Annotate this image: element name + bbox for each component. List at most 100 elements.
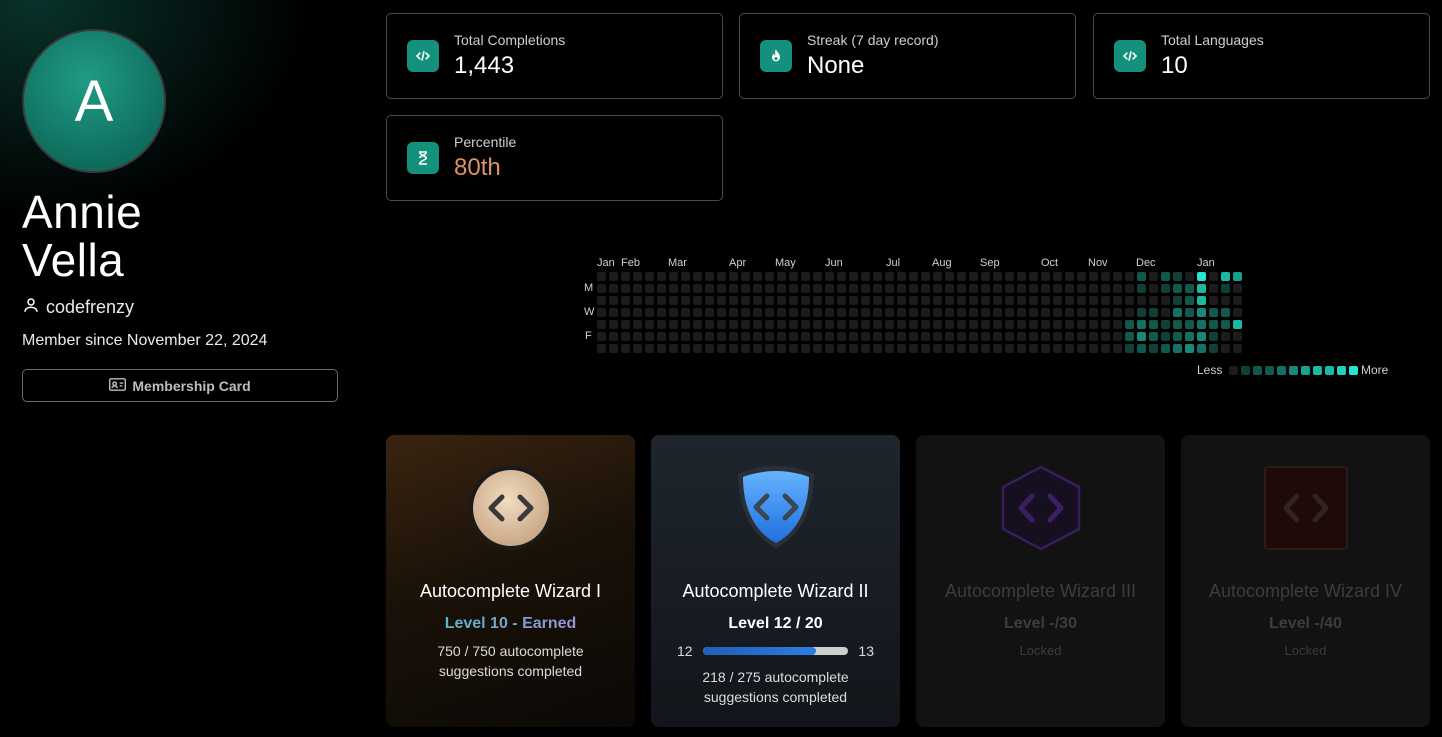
heatmap-cell bbox=[921, 344, 930, 353]
heatmap-cell bbox=[1053, 284, 1062, 293]
heatmap-cell bbox=[933, 320, 942, 329]
legend-cell bbox=[1325, 366, 1334, 375]
heatmap-cell bbox=[789, 332, 798, 341]
heatmap-cell bbox=[765, 272, 774, 281]
heatmap-cell bbox=[1113, 272, 1122, 281]
heatmap-cell bbox=[729, 308, 738, 317]
heatmap-cell bbox=[1113, 344, 1122, 353]
heatmap-cell bbox=[885, 272, 894, 281]
heatmap-cell bbox=[789, 272, 798, 281]
heatmap-cell bbox=[741, 296, 750, 305]
heatmap-cell bbox=[993, 320, 1002, 329]
heatmap-cell bbox=[1149, 332, 1158, 341]
heatmap-cell bbox=[765, 344, 774, 353]
heatmap-cell bbox=[1017, 320, 1026, 329]
badge-description: 218 / 275 autocomplete suggestions compl… bbox=[702, 669, 849, 705]
heatmap-cell bbox=[765, 320, 774, 329]
heatmap-cell bbox=[801, 296, 810, 305]
heatmap-cell bbox=[981, 272, 990, 281]
heatmap-cell bbox=[813, 296, 822, 305]
heatmap-cell bbox=[597, 308, 606, 317]
heatmap-cell bbox=[1053, 308, 1062, 317]
heatmap-cell bbox=[897, 296, 906, 305]
heatmap-cell bbox=[921, 284, 930, 293]
heatmap-cell bbox=[657, 308, 666, 317]
heatmap-cell bbox=[909, 344, 918, 353]
heatmap-cell bbox=[693, 308, 702, 317]
heatmap-cell bbox=[789, 284, 798, 293]
badge-card-wizard-1[interactable]: Autocomplete Wizard I Level 10 - Earned … bbox=[386, 435, 635, 727]
heatmap-cell bbox=[1185, 296, 1194, 305]
heatmap-cell bbox=[1233, 332, 1242, 341]
heatmap-cell bbox=[897, 332, 906, 341]
heatmap-cell bbox=[741, 284, 750, 293]
heatmap-cell bbox=[1197, 344, 1206, 353]
heatmap-cell bbox=[813, 320, 822, 329]
heatmap-cell bbox=[1029, 320, 1038, 329]
badge-title: Autocomplete Wizard III bbox=[944, 581, 1137, 601]
heatmap-cell bbox=[1161, 284, 1170, 293]
heatmap-cell bbox=[633, 284, 642, 293]
heatmap-cell bbox=[657, 344, 666, 353]
heatmap-cell bbox=[933, 332, 942, 341]
legend-cell bbox=[1241, 366, 1250, 375]
heatmap-cell bbox=[789, 344, 798, 353]
avatar-letter: A bbox=[74, 68, 114, 134]
heatmap-cell bbox=[933, 272, 942, 281]
badge-title: Autocomplete Wizard IV bbox=[1208, 581, 1403, 601]
heatmap-cell bbox=[1065, 308, 1074, 317]
heatmap-cell bbox=[849, 284, 858, 293]
heatmap-cell bbox=[1161, 344, 1170, 353]
progress-to: 13 bbox=[858, 643, 874, 659]
member-since: Member since November 22, 2024 bbox=[22, 332, 268, 349]
stat-value: None bbox=[807, 52, 865, 79]
heatmap-cell bbox=[1221, 296, 1230, 305]
legend-cell bbox=[1313, 366, 1322, 375]
heatmap-cell bbox=[1221, 344, 1230, 353]
month-label: Jun bbox=[825, 257, 843, 269]
heatmap-cell bbox=[1065, 284, 1074, 293]
day-label: F bbox=[585, 330, 592, 342]
heatmap-cell bbox=[1125, 308, 1134, 317]
heatmap-cell bbox=[765, 308, 774, 317]
heatmap-cell bbox=[645, 272, 654, 281]
heatmap-cell bbox=[1041, 332, 1050, 341]
heatmap-cell bbox=[885, 284, 894, 293]
heatmap-cell bbox=[693, 296, 702, 305]
legend-cell bbox=[1301, 366, 1310, 375]
heatmap-cell bbox=[945, 332, 954, 341]
hourglass-icon bbox=[407, 142, 439, 174]
badge-description: 750 / 750 autocomplete suggestions compl… bbox=[437, 643, 584, 679]
membership-card-button[interactable]: Membership Card bbox=[22, 369, 338, 402]
heatmap-cell bbox=[729, 320, 738, 329]
username-row: codefrenzy bbox=[22, 296, 134, 319]
badge-card-wizard-3[interactable]: Autocomplete Wizard III Level -/30 Locke… bbox=[916, 435, 1165, 727]
heatmap-cell bbox=[621, 284, 630, 293]
heatmap-cell bbox=[1209, 272, 1218, 281]
heatmap-cell bbox=[669, 272, 678, 281]
heatmap-cell bbox=[1197, 284, 1206, 293]
badge-level: Level 12 / 20 bbox=[728, 615, 823, 632]
heatmap-cell bbox=[957, 320, 966, 329]
heatmap-cell bbox=[1233, 320, 1242, 329]
badge-card-wizard-2[interactable]: Autocomplete Wizard II Level 12 / 20 12 … bbox=[651, 435, 900, 727]
heatmap-cell bbox=[861, 284, 870, 293]
heatmap-cell bbox=[597, 272, 606, 281]
heatmap-cell bbox=[921, 296, 930, 305]
heatmap-cell bbox=[933, 308, 942, 317]
heatmap-cell bbox=[609, 272, 618, 281]
heatmap-cell bbox=[1125, 320, 1134, 329]
heatmap-cell bbox=[813, 272, 822, 281]
month-label: Apr bbox=[729, 257, 747, 269]
badge-card-wizard-4[interactable]: Autocomplete Wizard IV Level -/40 Locked bbox=[1181, 435, 1430, 727]
heatmap-cell bbox=[945, 344, 954, 353]
heatmap-cell bbox=[861, 308, 870, 317]
heatmap-cell bbox=[813, 344, 822, 353]
heatmap-cell bbox=[813, 284, 822, 293]
legend-cell bbox=[1349, 366, 1358, 375]
month-label: Nov bbox=[1088, 257, 1108, 269]
heatmap-cell bbox=[753, 272, 762, 281]
heatmap-cell bbox=[777, 296, 786, 305]
heatmap-cell bbox=[921, 320, 930, 329]
heatmap-cell bbox=[1005, 332, 1014, 341]
